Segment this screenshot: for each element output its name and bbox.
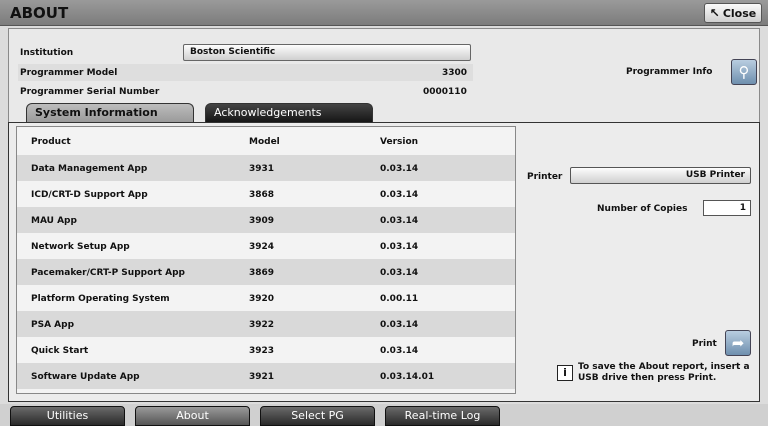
usb-note: To save the About report, insert a USB d… [578, 362, 750, 383]
tab-utilities[interactable]: Utilities [10, 406, 125, 426]
copies-input[interactable]: 1 [703, 200, 751, 216]
institution-label: Institution [20, 47, 74, 58]
tab-real-time-log[interactable]: Real-time Log [385, 406, 500, 426]
column-header-version: Version [380, 137, 419, 147]
info-icon: i [557, 365, 573, 381]
table-row: Quick Start 3923 0.03.14 [17, 337, 515, 363]
model-cell: 3869 [249, 268, 275, 278]
programmer-model-value: 3300 [442, 68, 468, 78]
institution-field[interactable]: Boston Scientific [183, 44, 471, 61]
model-cell: 3868 [249, 190, 275, 200]
print-arrow-icon: ➦ [731, 334, 745, 352]
model-cell: 3931 [249, 164, 275, 174]
window-title: ABOUT [10, 4, 69, 22]
column-header-model: Model [249, 137, 280, 147]
table-header: Product Model Version [17, 128, 515, 154]
programmer-model-label: Programmer Model [20, 67, 118, 78]
table-row: Software Update App 3921 0.03.14.01 [17, 363, 515, 389]
close-button[interactable]: ↖ Close [704, 3, 762, 23]
product-cell: Pacemaker/CRT-P Support App [31, 268, 185, 278]
print-button[interactable]: ➦ [725, 330, 751, 356]
tab-acknowledgements[interactable]: Acknowledgements [205, 103, 373, 122]
product-cell: Software Update App [31, 372, 140, 382]
programmer-info-button[interactable]: ⚲ [731, 59, 757, 85]
programmer-serial-label: Programmer Serial Number [20, 86, 160, 97]
copies-label: Number of Copies [597, 204, 688, 214]
cursor-arrow-icon: ↖ [709, 6, 720, 20]
model-cell: 3923 [249, 346, 275, 356]
close-label: Close [722, 6, 757, 20]
tab-select-pg[interactable]: Select PG [260, 406, 375, 426]
programmer-info-label: Programmer Info [626, 67, 713, 77]
column-header-product: Product [31, 137, 71, 147]
printer-label: Printer [527, 172, 563, 182]
product-cell: Platform Operating System [31, 294, 170, 304]
table-row: Data Management App 3931 0.03.14 [17, 155, 515, 181]
programmer-serial-row: Programmer Serial Number [20, 83, 180, 100]
tab-about[interactable]: About [135, 406, 250, 426]
printer-select[interactable]: USB Printer [570, 167, 751, 184]
version-cell: 0.03.14 [380, 190, 419, 200]
product-cell: MAU App [31, 216, 77, 226]
version-cell: 0.03.14 [380, 320, 419, 330]
version-cell: 0.00.11 [380, 294, 419, 304]
model-cell: 3924 [249, 242, 275, 252]
tab-system-information[interactable]: System Information [26, 103, 194, 122]
table-row: ICD/CRT-D Support App 3868 0.03.14 [17, 181, 515, 207]
institution-row: Institution [20, 44, 180, 61]
model-cell: 3921 [249, 372, 275, 382]
product-cell: PSA App [31, 320, 75, 330]
product-cell: Data Management App [31, 164, 148, 174]
version-cell: 0.03.14.01 [380, 372, 435, 382]
product-cell: ICD/CRT-D Support App [31, 190, 148, 200]
model-cell: 3922 [249, 320, 275, 330]
magnify-icon: ⚲ [738, 63, 750, 81]
table-row: Network Setup App 3924 0.03.14 [17, 233, 515, 259]
version-cell: 0.03.14 [380, 242, 419, 252]
table-row: Pacemaker/CRT-P Support App 3869 0.03.14 [17, 259, 515, 285]
version-cell: 0.03.14 [380, 216, 419, 226]
table-row: Platform Operating System 3920 0.00.11 [17, 285, 515, 311]
table-row: PSA App 3922 0.03.14 [17, 311, 515, 337]
programmer-serial-value: 0000110 [423, 87, 467, 97]
product-cell: Quick Start [31, 346, 89, 356]
programmer-model-row: Programmer Model [20, 64, 180, 81]
version-cell: 0.03.14 [380, 268, 419, 278]
product-cell: Network Setup App [31, 242, 130, 252]
version-cell: 0.03.14 [380, 164, 419, 174]
model-cell: 3909 [249, 216, 275, 226]
model-cell: 3920 [249, 294, 275, 304]
version-cell: 0.03.14 [380, 346, 419, 356]
table-row: MAU App 3909 0.03.14 [17, 207, 515, 233]
print-label: Print [692, 339, 717, 349]
title-bar: ABOUT ↖ Close [0, 0, 768, 26]
